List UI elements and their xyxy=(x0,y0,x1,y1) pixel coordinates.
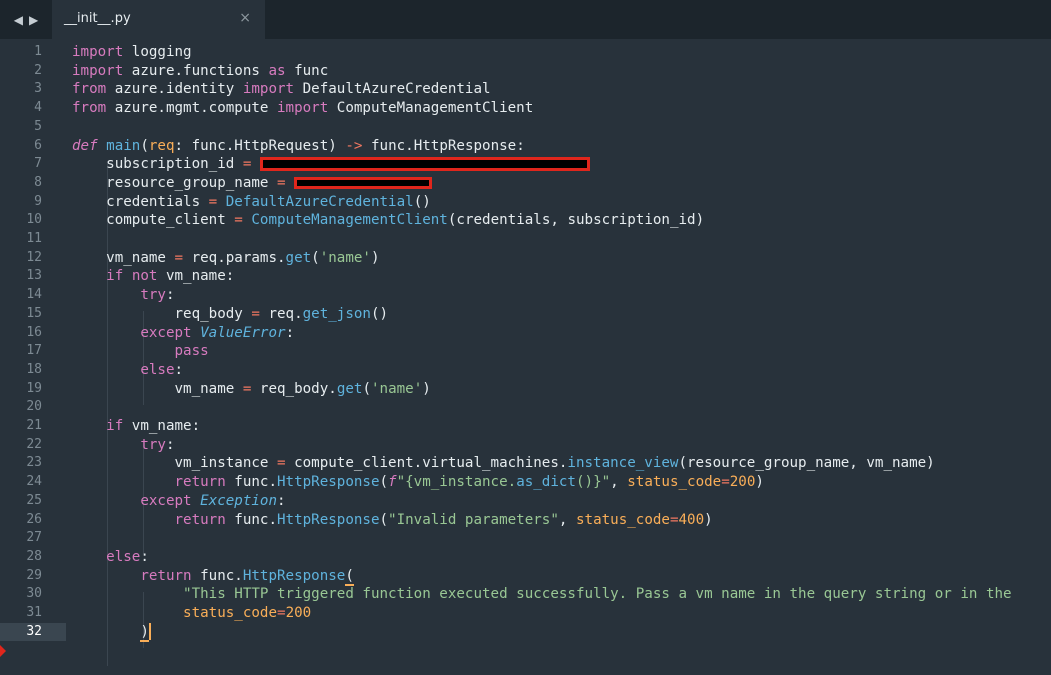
line-number: 29 xyxy=(26,567,42,583)
code-line-15: req_body = req.get_json() xyxy=(72,305,389,322)
line-number: 11 xyxy=(26,231,42,246)
line-number: 15 xyxy=(26,305,42,321)
line-number: 9 xyxy=(34,193,42,209)
code-line-32: ) xyxy=(140,623,151,642)
line-number: 23 xyxy=(26,455,42,471)
line-number: 14 xyxy=(26,287,42,303)
code-line-14: try: xyxy=(140,287,175,304)
code-line-7: subscription_id = xyxy=(72,155,590,174)
code-line-2: import azure.functions as func xyxy=(72,62,329,79)
line-number: 27 xyxy=(26,530,42,546)
code-line-17: pass xyxy=(174,343,209,360)
code-line-1: import logging xyxy=(72,44,192,60)
code-line-18: else: xyxy=(140,361,184,378)
code-line-28: else: xyxy=(106,548,149,565)
code-line-21: if vm_name: xyxy=(106,418,201,434)
line-number: 3 xyxy=(34,81,42,97)
line-number: 30 xyxy=(26,586,42,602)
code-line-6: def main(req: func.HttpRequest) -> func.… xyxy=(72,137,525,154)
line-number-gutter: 1 2 3 4 5 6 7 8 9 10 11 12 13 14 15 16 17 18 19 20 21 22 23 24 2… xyxy=(0,40,66,675)
code-line-31: status_code=200 xyxy=(183,605,312,621)
code-line-24: return func.HttpResponse(f"{vm_instance.… xyxy=(174,474,764,491)
code-line-23: vm_instance = compute_client.virtual_mac… xyxy=(72,455,935,472)
line-number: 24 xyxy=(26,474,42,490)
redaction-box-subscription-id xyxy=(259,157,590,172)
code-line-4: from azure.mgmt.compute import ComputeMa… xyxy=(72,100,534,117)
tab-nav-arrows: ◀ ▶ xyxy=(0,0,52,39)
tab-title: __init__.py xyxy=(64,11,131,26)
line-number: 12 xyxy=(26,249,42,265)
text-cursor xyxy=(148,623,151,641)
line-number: 19 xyxy=(26,380,42,396)
code-line-30: "This HTTP triggered function executed s… xyxy=(183,586,1012,603)
line-number: 22 xyxy=(26,436,42,452)
line-number: 16 xyxy=(26,324,42,340)
back-arrow-icon[interactable]: ◀ xyxy=(14,13,23,27)
forward-arrow-icon[interactable]: ▶ xyxy=(29,13,38,27)
code-line-16: except ValueError: xyxy=(140,324,295,341)
line-number: 10 xyxy=(26,212,42,228)
code-line-12: vm_name = req.params.get('name') xyxy=(72,249,380,266)
code-editor[interactable]: 1 2 3 4 5 6 7 8 9 10 11 12 13 14 15 16 17 18 19 20 21 22 23 24 2… xyxy=(0,40,1051,675)
code-line-26: return func.HttpResponse("Invalid parame… xyxy=(174,511,713,528)
code-line-19: vm_name = req_body.get('name') xyxy=(72,380,431,397)
code-line-8: resource_group_name = xyxy=(72,174,433,193)
line-number: 26 xyxy=(26,511,42,527)
code-line-29: return func.HttpResponse( xyxy=(140,567,354,586)
line-number: 1 xyxy=(34,44,42,59)
line-number: 13 xyxy=(26,268,42,284)
code-line-9: credentials = DefaultAzureCredential() xyxy=(72,193,431,210)
line-number: 18 xyxy=(26,361,42,377)
code-line-25: except Exception: xyxy=(140,492,286,509)
code-line-22: try: xyxy=(140,436,175,453)
tab-init-py[interactable]: __init__.py × xyxy=(52,0,265,40)
close-icon[interactable]: × xyxy=(239,10,251,26)
line-number: 4 xyxy=(34,100,42,116)
line-number: 17 xyxy=(26,343,42,359)
line-number: 5 xyxy=(34,118,42,134)
tab-bar: ◀ ▶ __init__.py × xyxy=(0,0,1051,40)
line-number: 21 xyxy=(26,418,42,433)
line-number: 20 xyxy=(26,399,42,415)
redaction-box-resource-group xyxy=(294,176,433,189)
line-number: 32 xyxy=(0,622,66,642)
line-number: 25 xyxy=(26,492,42,508)
line-number: 6 xyxy=(34,137,42,153)
line-number: 7 xyxy=(34,156,42,172)
breakpoint-marker-icon xyxy=(0,645,6,657)
line-number: 31 xyxy=(26,605,42,620)
line-number: 8 xyxy=(34,174,42,190)
code-line-13: if not vm_name: xyxy=(106,268,235,285)
code-line-10: compute_client = ComputeManagementClient… xyxy=(72,212,705,229)
line-number: 28 xyxy=(26,548,42,564)
line-number: 2 xyxy=(34,62,42,78)
code-line-3: from azure.identity import DefaultAzureC… xyxy=(72,81,491,98)
